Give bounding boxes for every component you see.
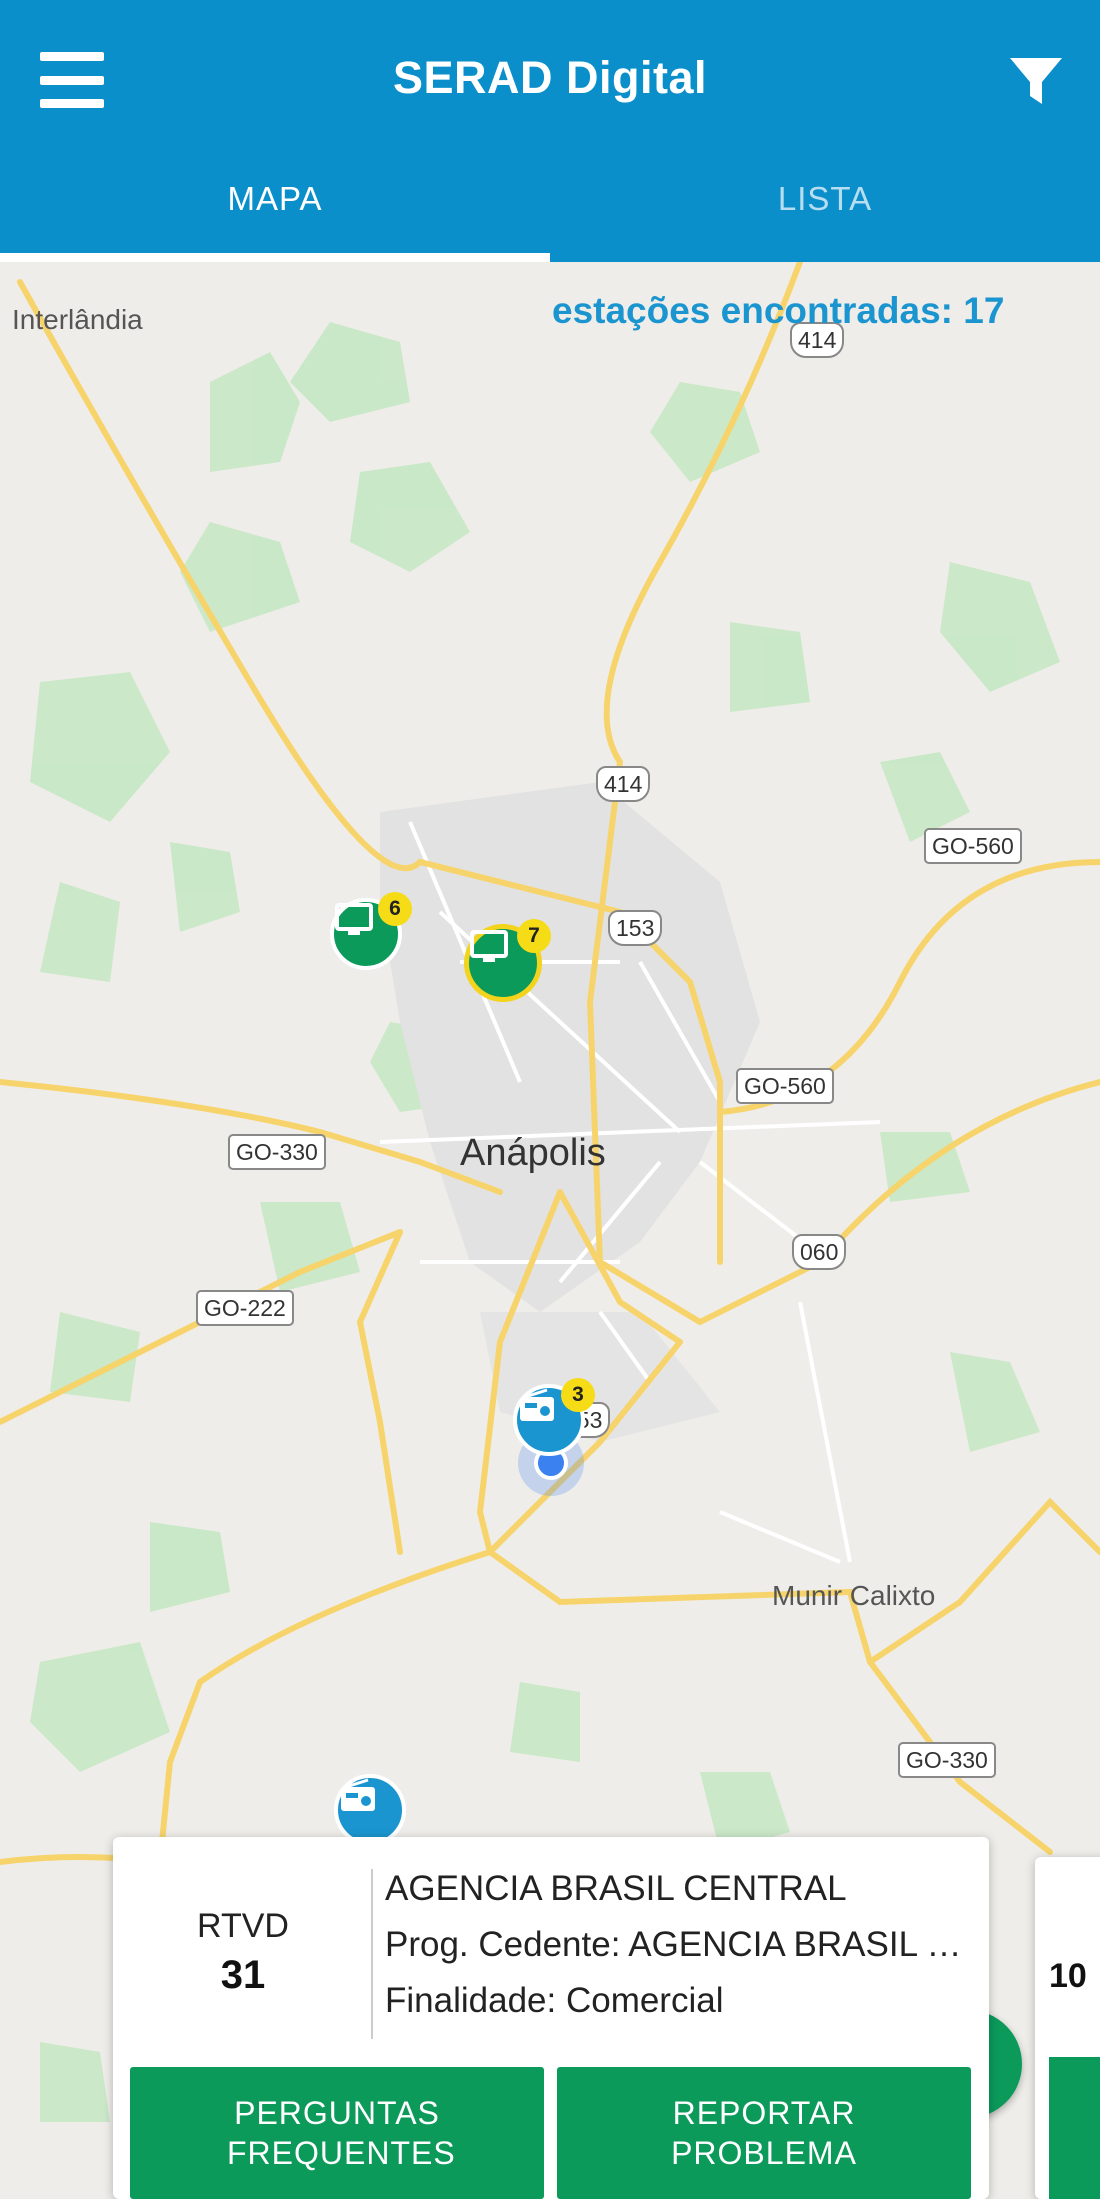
report-problem-button-label: REPORTAR PROBLEMA — [671, 2095, 857, 2171]
radio-icon — [341, 1778, 375, 1811]
road-shield: GO-330 — [898, 1742, 996, 1778]
place-label-munir-calixto: Munir Calixto — [772, 1580, 936, 1611]
faq-button[interactable]: PERGUNTAS FREQUENTES — [130, 2067, 544, 2199]
tab-lista[interactable]: LISTA — [550, 165, 1100, 262]
road-shield: GO-560 — [736, 1068, 834, 1104]
tv-icon — [470, 930, 508, 962]
radio-icon — [520, 1388, 554, 1421]
station-finalidade: Finalidade: Comercial — [385, 1981, 724, 2020]
report-problem-button[interactable]: REPORTAR PROBLEMA — [557, 2067, 971, 2199]
stations-found-count: estações encontradas: 17 — [552, 290, 1005, 331]
next-card-channel: 10 — [1049, 1957, 1087, 1995]
place-label-anapolis: Anápolis — [460, 1132, 606, 1174]
radio-station-marker[interactable] — [334, 1774, 406, 1846]
road-shield: GO-560 — [924, 828, 1022, 864]
cluster-count-badge: 7 — [517, 919, 551, 953]
place-label-interlandia: Interlândia — [12, 304, 143, 335]
road-shield: 060 — [792, 1234, 847, 1270]
app-title: SERAD Digital — [392, 52, 708, 103]
tv-station-cluster-marker[interactable]: 6 — [330, 892, 412, 970]
station-channel: 31 — [220, 1953, 266, 1997]
next-card-button[interactable] — [1049, 2057, 1100, 2199]
road-shield: 153 — [608, 910, 663, 946]
station-prog-cedente: Prog. Cedente: AGENCIA BRASIL CENTRAL — [385, 1925, 975, 1964]
station-info-card[interactable]: RTVD 31 AGENCIA BRASIL CENTRAL Prog. Ced… — [113, 1837, 989, 2199]
tab-mapa[interactable]: MAPA — [0, 165, 550, 262]
radio-station-cluster-marker[interactable]: 3 — [513, 1378, 595, 1456]
station-name: AGENCIA BRASIL CENTRAL — [385, 1869, 847, 1908]
cluster-count-badge: 3 — [561, 1378, 595, 1412]
card-divider — [371, 1869, 373, 2039]
tab-bar: MAPA LISTA — [0, 165, 1100, 262]
faq-button-label: PERGUNTAS FREQUENTES — [227, 2095, 456, 2171]
road-shield: GO-222 — [196, 1290, 294, 1326]
next-station-card[interactable]: 10 — [1035, 1857, 1100, 2199]
filter-funnel-icon[interactable] — [1008, 56, 1064, 108]
road-shield: GO-330 — [228, 1134, 326, 1170]
tv-icon — [335, 903, 373, 935]
road-shield: 414 — [596, 766, 651, 802]
app-header: SERAD Digital MAPA LISTA — [0, 0, 1100, 262]
station-type: RTVD — [197, 1907, 289, 1945]
tv-station-cluster-marker-selected[interactable]: 7 — [464, 919, 551, 1002]
cluster-count-badge: 6 — [378, 892, 412, 926]
